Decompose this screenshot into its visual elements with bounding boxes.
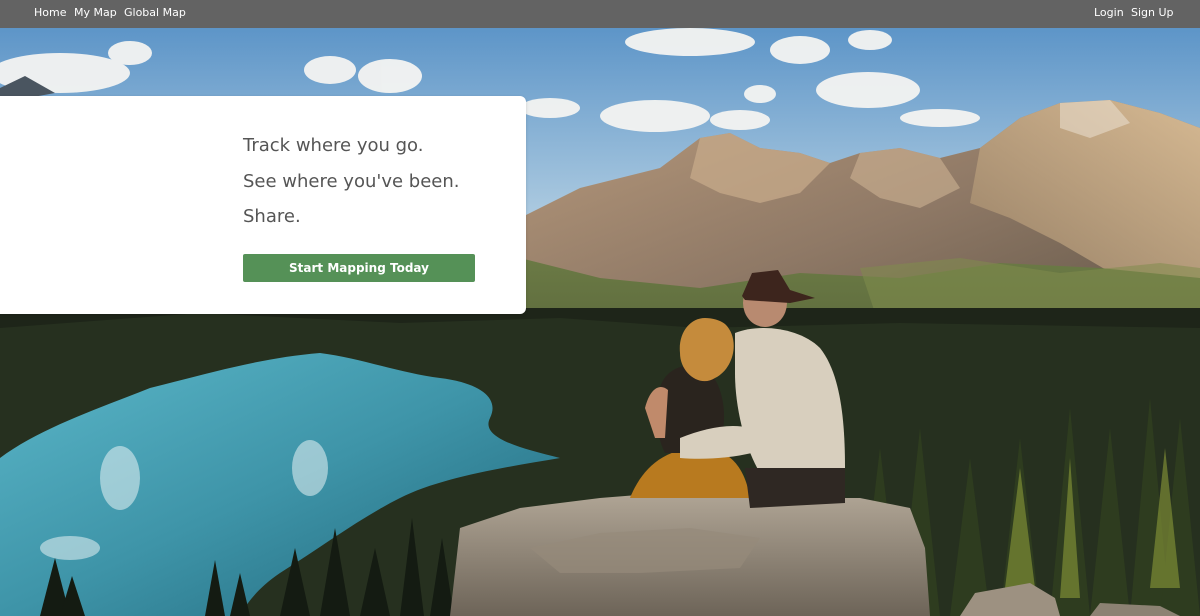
start-mapping-button[interactable]: Start Mapping Today	[243, 254, 475, 282]
tagline-line-3: Share.	[243, 206, 301, 227]
tagline-line-2: See where you've been.	[243, 171, 460, 192]
nav-sign-up-link[interactable]: Sign Up	[1131, 6, 1174, 20]
top-navbar: Home My Map Global Map Login Sign Up	[0, 0, 1200, 28]
nav-login-link[interactable]: Login	[1094, 6, 1124, 20]
tagline-line-1: Track where you go.	[243, 135, 424, 156]
nav-home-link[interactable]: Home	[34, 6, 66, 20]
nav-my-map-link[interactable]: My Map	[74, 6, 117, 20]
landing-page: Home My Map Global Map Login Sign Up Tra…	[0, 0, 1200, 616]
hero-card: Track where you go. See where you've bee…	[0, 96, 526, 314]
nav-global-map-link[interactable]: Global Map	[124, 6, 186, 20]
